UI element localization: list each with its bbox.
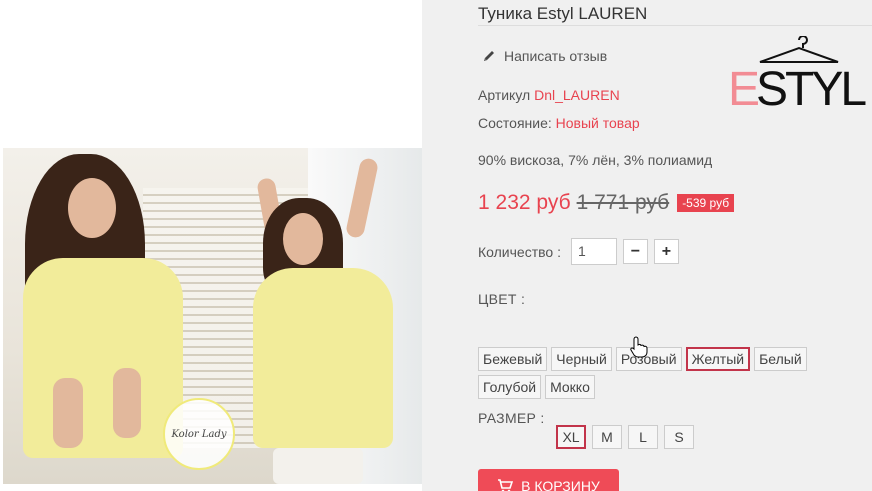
quantity-row: Количество : 1 − +: [478, 238, 679, 265]
state-value: Новый товар: [555, 115, 640, 131]
discount-badge: -539 руб: [677, 194, 735, 212]
state-label: Состояние:: [478, 115, 552, 131]
size-option-m[interactable]: M: [592, 425, 622, 449]
add-to-cart-label: В КОРЗИНУ: [521, 478, 600, 491]
title-divider: [478, 25, 872, 26]
hand-cursor-icon: [630, 336, 648, 363]
pencil-icon: [482, 49, 496, 63]
product-info-panel: Туника Estyl LAUREN Написать отзыв E STY…: [422, 0, 872, 491]
brand-logo-styl: STYL: [756, 63, 867, 116]
photo-brand-text: Kolor Lady: [171, 428, 227, 440]
color-option-blue[interactable]: Голубой: [478, 375, 542, 399]
current-price: 1 232 руб: [478, 191, 571, 214]
brand-logo-e: E: [728, 63, 760, 116]
color-option-pink[interactable]: Розовый: [615, 347, 682, 371]
composition-text: 90% вискоза, 7% лён, 3% полиамид: [478, 152, 713, 168]
old-price: 1 771 руб: [576, 191, 670, 214]
article-label: Артикул: [478, 87, 531, 103]
color-option-mocha[interactable]: Мокко: [545, 375, 595, 399]
quantity-decrease-button[interactable]: −: [622, 239, 648, 264]
size-option-xl[interactable]: XL: [556, 425, 586, 449]
write-review-link[interactable]: Написать отзыв: [482, 48, 607, 64]
article-row: Артикул Dnl_LAUREN: [478, 87, 620, 103]
color-option-white[interactable]: Белый: [754, 347, 807, 371]
size-option-l[interactable]: L: [628, 425, 658, 449]
quantity-label: Количество :: [478, 243, 561, 260]
product-image-area: Kolor Lady: [0, 0, 422, 491]
color-option-beige[interactable]: Бежевый: [478, 347, 548, 371]
quantity-increase-button[interactable]: +: [653, 239, 679, 264]
color-options: Бежевый Черный Розовый Желтый Белый Голу…: [478, 347, 858, 399]
color-option-yellow[interactable]: Желтый: [685, 347, 751, 371]
article-value: Dnl_LAUREN: [534, 87, 620, 103]
state-row: Состояние: Новый товар: [478, 115, 640, 131]
color-option-black[interactable]: Черный: [551, 347, 612, 371]
product-photo[interactable]: Kolor Lady: [3, 148, 422, 484]
brand-logo: E STYL: [728, 36, 872, 116]
product-title: Туника Estyl LAUREN: [478, 4, 648, 23]
color-label: ЦВЕТ :: [478, 291, 526, 307]
photo-brand-badge: Kolor Lady: [163, 398, 235, 470]
cart-icon: [497, 479, 514, 491]
size-label: РАЗМЕР :: [478, 410, 545, 426]
size-option-s[interactable]: S: [664, 425, 694, 449]
write-review-label: Написать отзыв: [504, 48, 608, 64]
price-row: 1 232 руб 1 771 руб -539 руб: [478, 191, 735, 215]
size-options: XL M L S: [556, 425, 872, 449]
product-page: Kolor Lady Туника Estyl LAUREN Написать …: [0, 0, 872, 491]
quantity-input[interactable]: 1: [570, 238, 617, 265]
add-to-cart-button[interactable]: В КОРЗИНУ: [478, 469, 619, 491]
